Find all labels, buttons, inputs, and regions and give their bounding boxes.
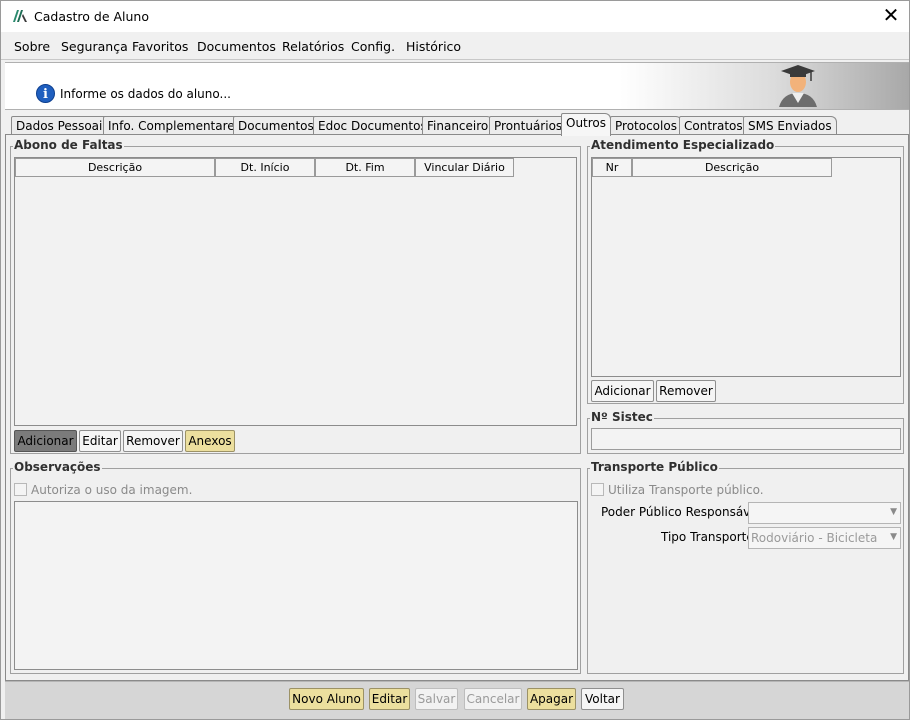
info-banner: i Informe os dados do aluno... xyxy=(5,62,909,110)
tab-edoc-documentos[interactable]: Edoc Documentos xyxy=(313,116,432,136)
window-title: Cadastro de Aluno xyxy=(34,9,149,24)
observacoes-title: Observações xyxy=(13,460,102,474)
image-consent-checkbox[interactable] xyxy=(14,483,27,496)
novo-aluno-button[interactable]: Novo Aluno xyxy=(289,688,364,710)
atendimento-add-button[interactable]: Adicionar xyxy=(591,380,654,402)
atendimento-remove-button[interactable]: Remover xyxy=(656,380,716,402)
menu-documentos[interactable]: Documentos xyxy=(197,39,276,54)
info-icon: i xyxy=(36,84,55,103)
salvar-button[interactable]: Salvar xyxy=(415,688,458,710)
abono-table[interactable]: Descrição Dt. Início Dt. Fim Vincular Di… xyxy=(14,157,577,426)
atendimento-title: Atendimento Especializado xyxy=(590,138,776,152)
abono-add-button[interactable]: Adicionar xyxy=(14,430,77,452)
voltar-button[interactable]: Voltar xyxy=(581,688,624,710)
col-descricao[interactable]: Descrição xyxy=(15,158,215,177)
transporte-title: Transporte Público xyxy=(590,460,719,474)
menu-config[interactable]: Config. xyxy=(351,39,395,54)
tipo-transporte-value: Rodoviário - Bicicleta xyxy=(751,531,878,545)
poder-publico-select[interactable]: ▼ xyxy=(748,502,901,524)
tab-panel-outros: Abono de Faltas Descrição Dt. Início Dt.… xyxy=(5,134,909,681)
transporte-checkbox[interactable] xyxy=(591,483,604,496)
abono-remove-button[interactable]: Remover xyxy=(123,430,183,452)
atendimento-table[interactable]: Nr Descrição xyxy=(591,157,901,377)
cancelar-button[interactable]: Cancelar xyxy=(464,688,522,710)
tab-financeiro[interactable]: Financeiro xyxy=(422,116,494,136)
menu-historico[interactable]: Histórico xyxy=(406,39,461,54)
col-vincular-diario[interactable]: Vincular Diário xyxy=(415,158,514,177)
sistec-input[interactable] xyxy=(591,428,901,450)
menu-favoritos[interactable]: Favoritos xyxy=(132,39,188,54)
menu-sobre[interactable]: Sobre xyxy=(14,39,50,54)
col-dt-fim[interactable]: Dt. Fim xyxy=(315,158,415,177)
tab-outros[interactable]: Outros xyxy=(561,113,612,136)
graduate-icon xyxy=(779,65,817,107)
sistec-group: Nº Sistec xyxy=(587,410,904,454)
tab-prontuarios[interactable]: Prontuários xyxy=(489,116,568,136)
editar-button[interactable]: Editar xyxy=(369,688,410,710)
chevron-down-icon: ▼ xyxy=(890,532,897,542)
tab-protocolos[interactable]: Protocolos xyxy=(610,116,682,136)
menu-bar: Sobre Segurança Favoritos Documentos Rel… xyxy=(1,32,909,60)
transporte-row: Utiliza Transporte público. xyxy=(591,483,764,497)
tab-info-complementares[interactable]: Info. Complementares xyxy=(103,116,246,136)
abono-attachments-button[interactable]: Anexos xyxy=(185,430,235,452)
banner-message: Informe os dados do aluno... xyxy=(60,87,231,101)
image-consent-row: Autoriza o uso da imagem. xyxy=(14,483,192,497)
observacoes-group: Observações Autoriza o uso da imagem. xyxy=(10,460,581,674)
transporte-group: Transporte Público Utiliza Transporte pú… xyxy=(587,460,904,674)
window: Cadastro de Aluno ✕ Sobre Segurança Favo… xyxy=(0,0,910,720)
app-logo-icon xyxy=(13,10,27,22)
tab-strip: Dados Pessoais Info. Complementares Docu… xyxy=(7,113,907,136)
observacoes-textarea[interactable] xyxy=(14,501,578,670)
atendimento-group: Atendimento Especializado Nr Descrição A… xyxy=(587,138,904,404)
col-nr[interactable]: Nr xyxy=(592,158,632,177)
chevron-down-icon: ▼ xyxy=(890,507,897,517)
menu-relatorios[interactable]: Relatórios xyxy=(282,39,344,54)
transporte-checkbox-label: Utiliza Transporte público. xyxy=(608,483,764,497)
abono-title: Abono de Faltas xyxy=(13,138,124,152)
tipo-transporte-select[interactable]: Rodoviário - Bicicleta ▼ xyxy=(748,527,901,549)
tipo-transporte-label: Tipo Transporte: xyxy=(661,530,758,544)
col-dt-inicio[interactable]: Dt. Início xyxy=(215,158,315,177)
abono-group: Abono de Faltas Descrição Dt. Início Dt.… xyxy=(10,138,581,454)
sistec-title: Nº Sistec xyxy=(590,410,654,424)
menu-seguranca[interactable]: Segurança xyxy=(61,39,128,54)
footer-bar: Novo Aluno Editar Salvar Cancelar Apagar… xyxy=(5,681,909,719)
tab-contratos[interactable]: Contratos xyxy=(679,116,748,136)
col-descricao-atendimento[interactable]: Descrição xyxy=(632,158,832,177)
apagar-button[interactable]: Apagar xyxy=(527,688,576,710)
tab-documentos[interactable]: Documentos xyxy=(233,116,319,136)
close-icon[interactable]: ✕ xyxy=(877,5,905,27)
image-consent-label: Autoriza o uso da imagem. xyxy=(31,483,193,497)
poder-publico-label: Poder Público Responsável: xyxy=(601,505,766,519)
title-bar: Cadastro de Aluno ✕ xyxy=(1,1,909,32)
abono-edit-button[interactable]: Editar xyxy=(79,430,121,452)
tab-sms-enviados[interactable]: SMS Enviados xyxy=(743,116,837,136)
tab-dados-pessoais[interactable]: Dados Pessoais xyxy=(11,116,114,136)
